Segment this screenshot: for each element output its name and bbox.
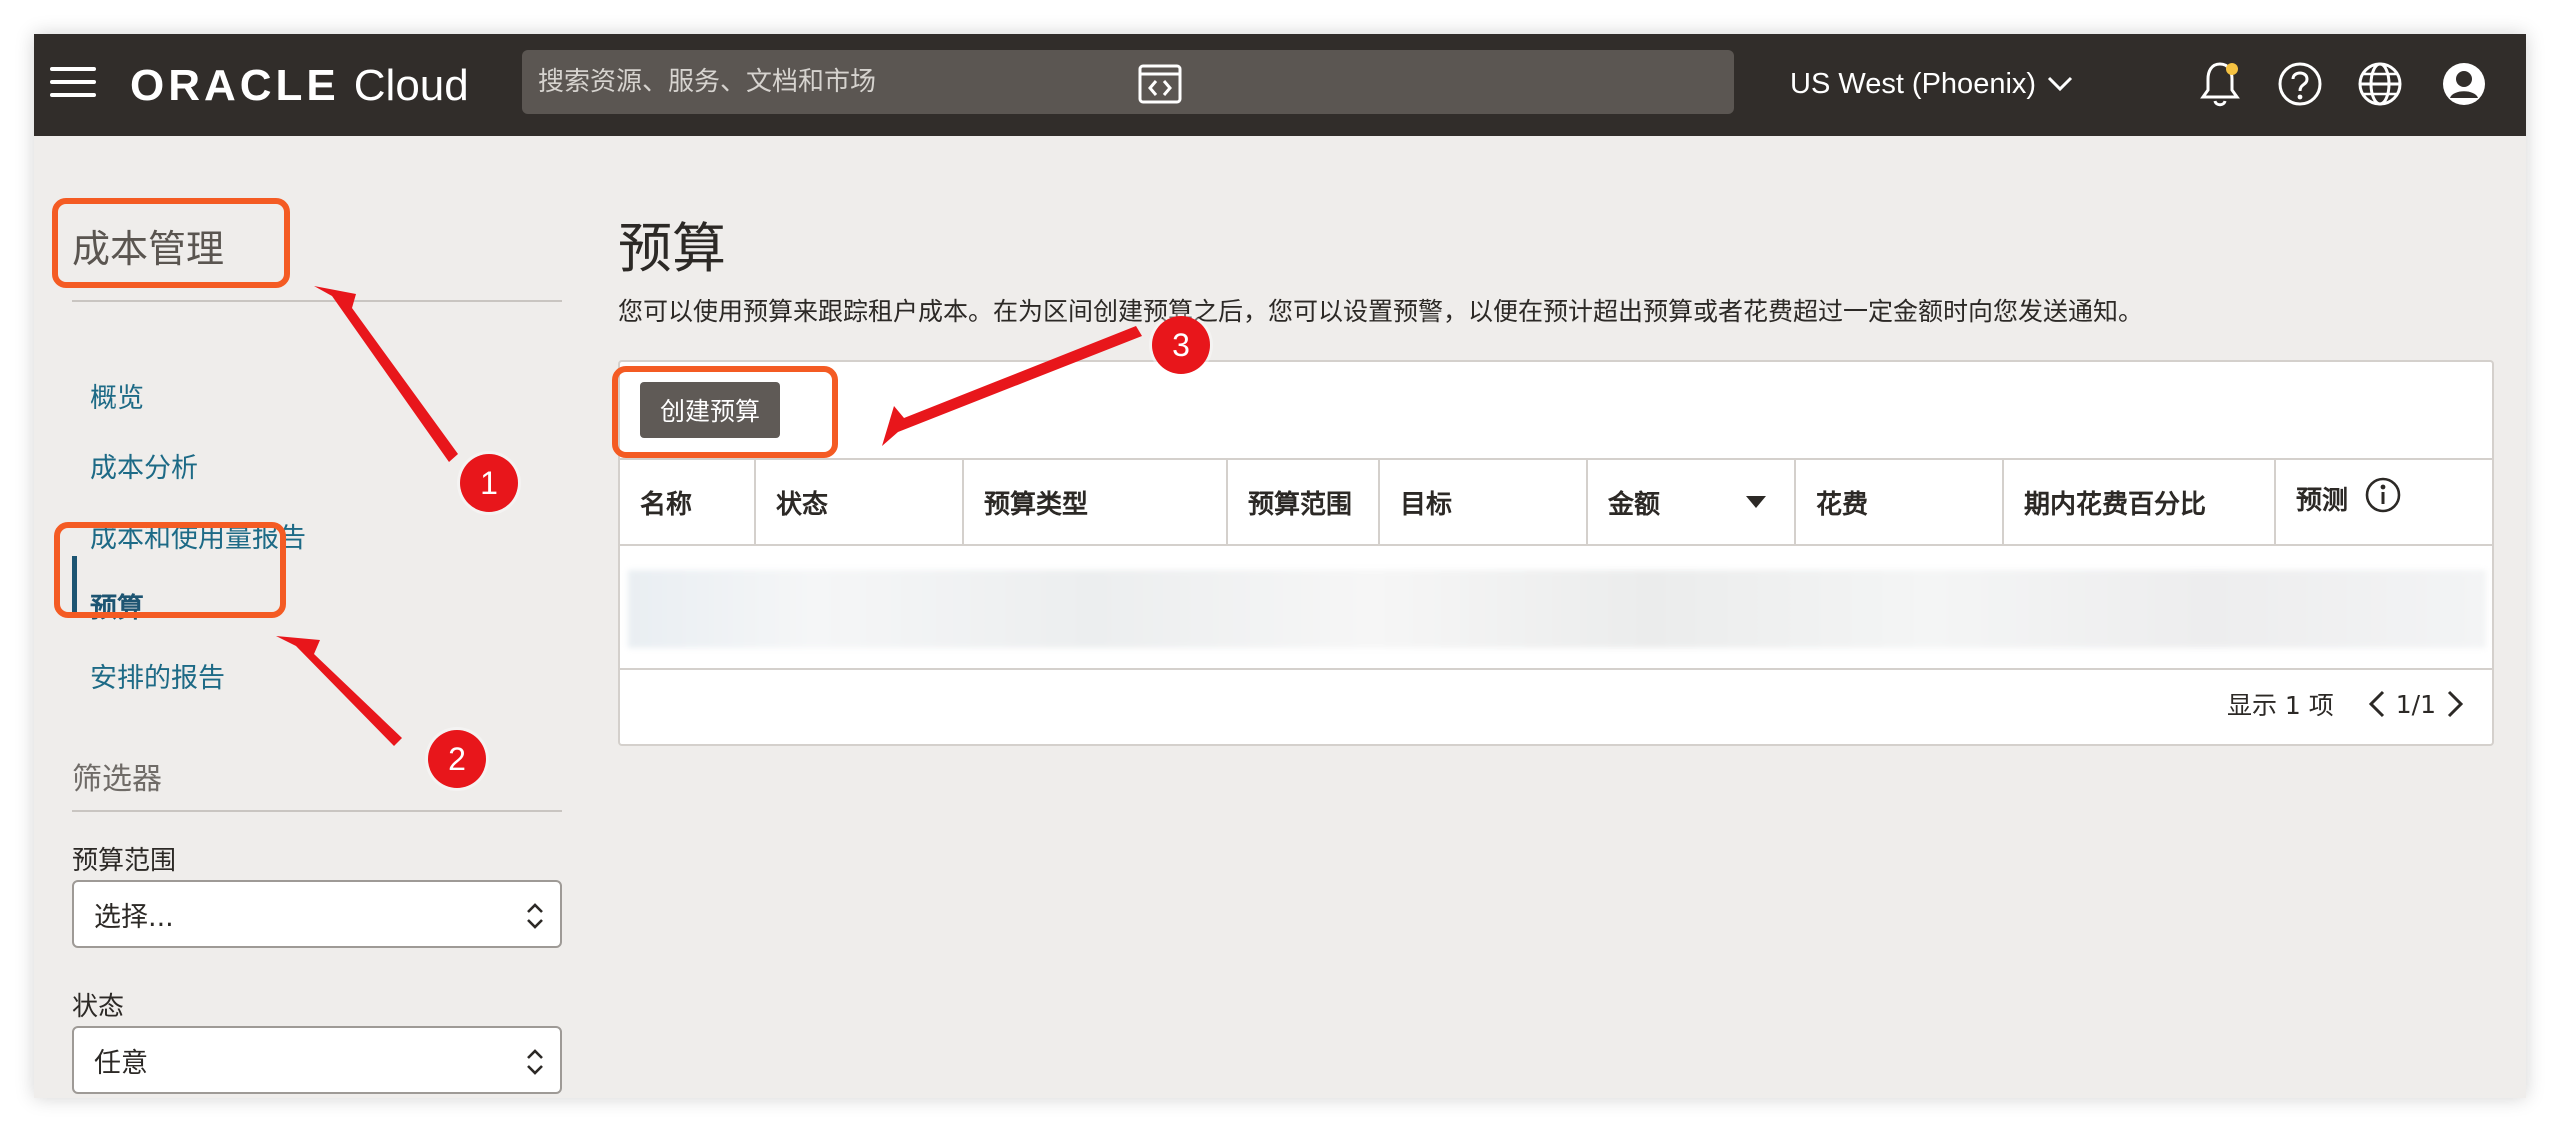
annotation-arrows [276, 286, 1142, 746]
step-badge-1: 1 [460, 454, 518, 512]
arrow-2 [276, 636, 402, 746]
oci-console-window: ORACLE Cloud US West (Phoenix) 成本管理 概览 成… [34, 34, 2526, 1098]
step-badge-2: 2 [428, 730, 486, 788]
arrow-1 [314, 286, 458, 462]
step-badge-3: 3 [1152, 316, 1210, 374]
arrow-3 [882, 326, 1142, 446]
